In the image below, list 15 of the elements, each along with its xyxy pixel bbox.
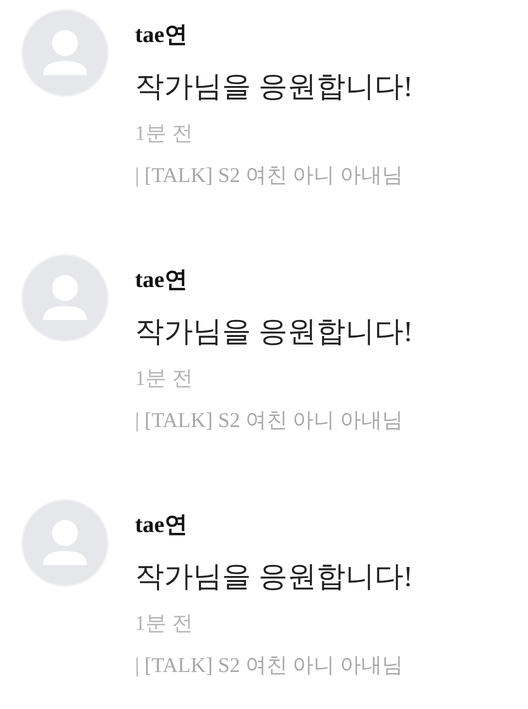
comment-time: 1분 전 [135, 365, 194, 392]
author-name: tae연 [135, 511, 188, 539]
comment-text: 작가님을 응원합니다! [135, 315, 413, 350]
author-name: tae연 [135, 266, 188, 294]
author-name: tae연 [135, 21, 188, 49]
comment-time: 1분 전 [135, 610, 194, 637]
avatar-icon [21, 9, 109, 97]
avatar-icon [21, 254, 109, 342]
comment-text: 작가님을 응원합니다! [135, 560, 413, 595]
source-link[interactable]: | [TALK] S2 여친 아니 아내님 [135, 161, 413, 189]
comment-text: 작가님을 응원합니다! [135, 70, 413, 105]
source-link[interactable]: | [TALK] S2 여친 아니 아내님 [135, 406, 413, 434]
avatar-icon [21, 499, 109, 587]
comment-time: 1분 전 [135, 120, 194, 147]
source-link[interactable]: | [TALK] S2 여친 아니 아내님 [135, 651, 413, 679]
